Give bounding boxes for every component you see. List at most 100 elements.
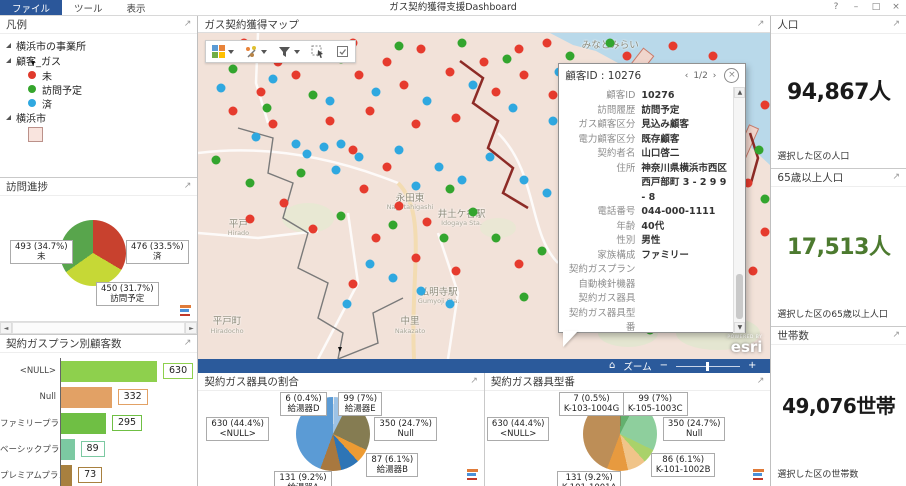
customer-marker[interactable] bbox=[297, 169, 306, 178]
zoom-slider[interactable] bbox=[676, 366, 740, 367]
customer-marker[interactable] bbox=[457, 175, 466, 184]
customer-marker[interactable] bbox=[308, 224, 317, 233]
menu-tab-file[interactable]: ファイル bbox=[0, 0, 62, 15]
customer-marker[interactable] bbox=[486, 152, 495, 161]
customer-marker[interactable] bbox=[228, 107, 237, 116]
customer-marker[interactable] bbox=[754, 146, 763, 155]
customer-marker[interactable] bbox=[388, 221, 397, 230]
customer-marker[interactable] bbox=[623, 51, 632, 60]
customer-marker[interactable] bbox=[520, 175, 529, 184]
customer-marker[interactable] bbox=[411, 120, 420, 129]
customer-marker[interactable] bbox=[451, 266, 460, 275]
customer-marker[interactable] bbox=[257, 87, 266, 96]
bar[interactable] bbox=[61, 361, 157, 382]
customer-marker[interactable] bbox=[423, 97, 432, 106]
customer-marker[interactable] bbox=[411, 182, 420, 191]
popup-next-icon[interactable]: › bbox=[713, 71, 717, 81]
gas-model-pie[interactable]: 7 (0.5%)K-103-1004G99 (7%)K-105-1003C350… bbox=[485, 391, 771, 486]
customer-marker[interactable] bbox=[245, 214, 254, 223]
bar[interactable] bbox=[61, 465, 72, 486]
zoom-out-button[interactable]: − bbox=[660, 359, 668, 373]
filter-button[interactable] bbox=[276, 44, 302, 60]
customer-marker[interactable] bbox=[308, 90, 317, 99]
close-icon[interactable]: × bbox=[886, 0, 906, 15]
customer-marker[interactable] bbox=[566, 51, 575, 60]
tree-caret-icon[interactable] bbox=[6, 43, 11, 48]
customer-marker[interactable] bbox=[366, 107, 375, 116]
legend-toggle-icon[interactable] bbox=[180, 305, 191, 316]
customer-marker[interactable] bbox=[211, 156, 220, 165]
customer-marker[interactable] bbox=[514, 260, 523, 269]
customer-marker[interactable] bbox=[417, 45, 426, 54]
customer-marker[interactable] bbox=[263, 103, 272, 112]
customer-marker[interactable] bbox=[468, 81, 477, 90]
popout-icon[interactable]: ↗ bbox=[757, 20, 765, 29]
customer-marker[interactable] bbox=[440, 234, 449, 243]
restore-icon[interactable]: □ bbox=[866, 0, 886, 15]
customer-marker[interactable] bbox=[509, 103, 518, 112]
customer-marker[interactable] bbox=[337, 139, 346, 148]
zoom-slider-thumb[interactable] bbox=[706, 362, 709, 371]
customer-marker[interactable] bbox=[760, 100, 769, 109]
customer-marker[interactable] bbox=[606, 38, 615, 47]
customer-marker[interactable] bbox=[446, 185, 455, 194]
customer-marker[interactable] bbox=[268, 74, 277, 83]
customer-marker[interactable] bbox=[228, 64, 237, 73]
legend-toggle-icon[interactable] bbox=[467, 469, 478, 480]
customer-marker[interactable] bbox=[446, 299, 455, 308]
scroll-right-arrow[interactable]: ► bbox=[185, 322, 197, 334]
customer-marker[interactable] bbox=[388, 273, 397, 282]
customer-marker[interactable] bbox=[514, 45, 523, 54]
customer-marker[interactable] bbox=[749, 266, 758, 275]
popout-icon[interactable]: ↗ bbox=[892, 331, 900, 340]
popout-icon[interactable]: ↗ bbox=[892, 173, 900, 182]
customer-marker[interactable] bbox=[520, 71, 529, 80]
customer-marker[interactable] bbox=[411, 253, 420, 262]
menu-tab-view[interactable]: 表示 bbox=[115, 0, 158, 15]
customer-marker[interactable] bbox=[371, 234, 380, 243]
customer-marker[interactable] bbox=[337, 211, 346, 220]
popup-close-icon[interactable]: × bbox=[724, 68, 739, 83]
customer-marker[interactable] bbox=[343, 299, 352, 308]
popup-scrollbar[interactable]: ▲ ▼ bbox=[733, 87, 745, 333]
popout-icon[interactable]: ↗ bbox=[757, 377, 765, 386]
customer-marker[interactable] bbox=[760, 195, 769, 204]
popout-icon[interactable]: ↗ bbox=[470, 377, 478, 386]
customer-marker[interactable] bbox=[291, 71, 300, 80]
extent-button[interactable] bbox=[334, 43, 351, 60]
tree-caret-icon[interactable] bbox=[6, 115, 11, 120]
legend-toggle-icon[interactable] bbox=[753, 469, 764, 480]
customer-marker[interactable] bbox=[331, 165, 340, 174]
customer-marker[interactable] bbox=[549, 117, 558, 126]
customer-marker[interactable] bbox=[320, 143, 329, 152]
popup-prev-icon[interactable]: ‹ bbox=[685, 71, 689, 81]
customer-marker[interactable] bbox=[709, 51, 718, 60]
scroll-thumb[interactable] bbox=[736, 274, 743, 319]
customer-marker[interactable] bbox=[468, 208, 477, 217]
scroll-track[interactable] bbox=[12, 322, 185, 334]
popout-icon[interactable]: ↗ bbox=[184, 20, 192, 29]
customer-marker[interactable] bbox=[491, 87, 500, 96]
bar[interactable] bbox=[61, 387, 112, 408]
customer-marker[interactable] bbox=[400, 81, 409, 90]
gas-appliance-pie[interactable]: 6 (0.4%)給湯器D99 (7%)給湯器E350 (24.7%)Null87… bbox=[198, 391, 484, 486]
visit-progress-pie[interactable]: 476 (33.5%)済450 (31.7%)訪問予定493 (34.7%)未 bbox=[0, 196, 197, 335]
customer-marker[interactable] bbox=[383, 162, 392, 171]
customer-marker[interactable] bbox=[280, 198, 289, 207]
customer-marker[interactable] bbox=[394, 201, 403, 210]
basemap-button[interactable] bbox=[210, 43, 236, 60]
tree-caret-icon[interactable] bbox=[6, 58, 11, 63]
symbology-button[interactable] bbox=[243, 43, 269, 60]
customer-marker[interactable] bbox=[543, 188, 552, 197]
customer-marker[interactable] bbox=[669, 42, 678, 51]
customer-marker[interactable] bbox=[480, 58, 489, 67]
select-button[interactable] bbox=[309, 43, 327, 60]
customer-marker[interactable] bbox=[251, 133, 260, 142]
customer-marker[interactable] bbox=[451, 113, 460, 122]
customer-marker[interactable] bbox=[348, 280, 357, 289]
customer-marker[interactable] bbox=[354, 152, 363, 161]
customer-marker[interactable] bbox=[268, 120, 277, 129]
bar[interactable] bbox=[61, 439, 75, 460]
customer-marker[interactable] bbox=[245, 178, 254, 187]
popout-icon[interactable]: ↗ bbox=[184, 339, 192, 348]
